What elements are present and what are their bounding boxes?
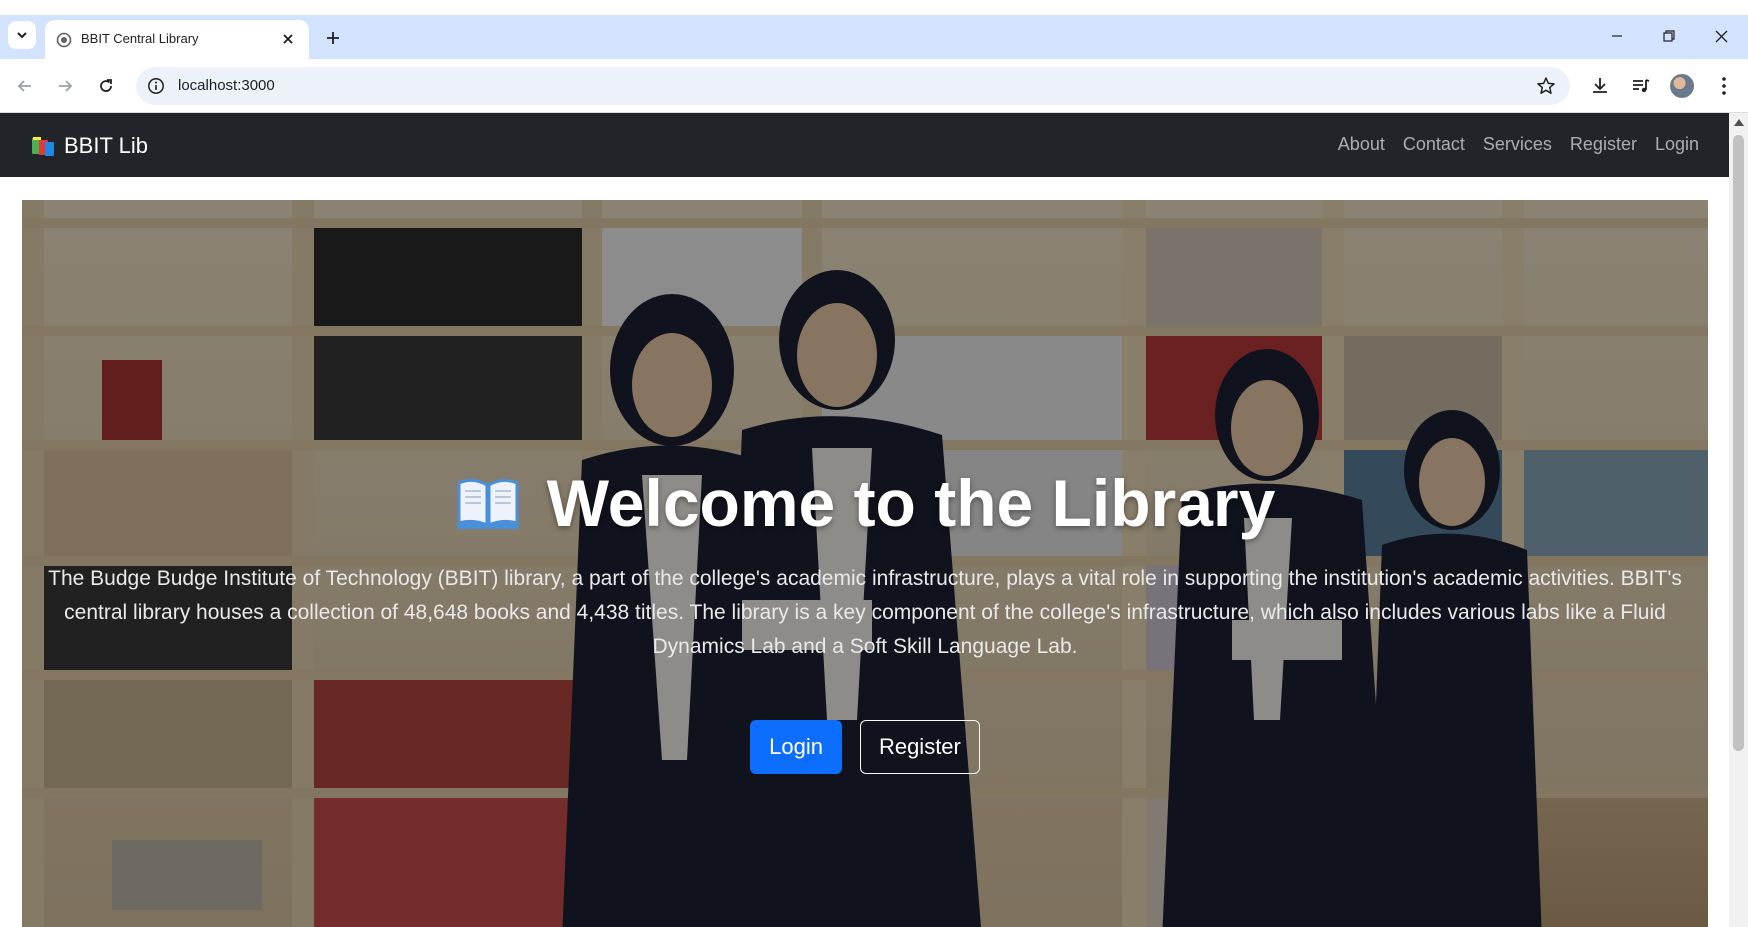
hero-register-button[interactable]: Register (859, 720, 980, 774)
scroll-up-arrow-icon[interactable] (1734, 119, 1744, 126)
brand-link[interactable]: BBIT Lib (30, 133, 148, 159)
arrow-left-icon (17, 80, 31, 92)
downloads-button[interactable] (1588, 74, 1612, 98)
restore-button[interactable] (1654, 23, 1684, 49)
hero-heading: Welcome to the Library (22, 465, 1708, 541)
browser-menu-button[interactable] (1712, 74, 1736, 98)
close-icon (1715, 30, 1727, 42)
hero-title-text: Welcome to the Library (546, 466, 1276, 540)
hero-section: Welcome to the Library The Budge Budge I… (22, 200, 1708, 927)
new-tab-button[interactable] (320, 25, 346, 51)
nav-link-contact[interactable]: Contact (1403, 134, 1465, 155)
download-icon (1593, 78, 1607, 93)
tab-close-button[interactable] (279, 30, 297, 48)
media-controls-button[interactable] (1629, 74, 1653, 98)
nav-links: About Contact Services Register Login (1338, 134, 1699, 155)
address-bar[interactable]: localhost:3000 (136, 67, 1570, 105)
reload-icon (100, 79, 112, 92)
tab-title: BBIT Central Library (81, 31, 199, 46)
tab-active[interactable]: BBIT Central Library (45, 20, 309, 59)
site-navbar: BBIT Lib About Contact Services Register… (0, 113, 1729, 177)
hero-description: The Budge Budge Institute of Technology … (48, 567, 1682, 658)
tab-search-button[interactable] (8, 21, 36, 49)
close-icon (283, 34, 293, 44)
nav-link-register[interactable]: Register (1570, 134, 1637, 155)
nav-link-services[interactable]: Services (1483, 134, 1552, 155)
window-top-strip (0, 0, 1748, 15)
browser-toolbar: localhost:3000 (0, 59, 1748, 113)
scroll-thumb[interactable] (1733, 135, 1744, 751)
back-button[interactable] (11, 72, 39, 100)
nav-link-login[interactable]: Login (1655, 134, 1699, 155)
close-window-button[interactable] (1706, 23, 1736, 49)
profile-avatar[interactable] (1670, 74, 1694, 98)
hero-login-button[interactable]: Login (750, 720, 842, 774)
favicon-icon (56, 32, 72, 48)
info-icon[interactable] (147, 77, 165, 95)
books-icon (32, 137, 54, 156)
plus-icon (327, 32, 339, 44)
open-book-icon (456, 478, 519, 529)
minimize-icon (1612, 35, 1622, 37)
more-vertical-icon (1722, 77, 1726, 95)
chevron-down-icon (17, 32, 27, 39)
forward-button[interactable] (51, 72, 79, 100)
star-icon[interactable] (1536, 76, 1556, 96)
page-scrollbar[interactable] (1729, 113, 1748, 927)
url-text[interactable]: localhost:3000 (178, 77, 275, 94)
arrow-right-icon (59, 80, 73, 92)
playlist-icon (1633, 79, 1650, 93)
brand-text: BBIT Lib (64, 133, 148, 158)
minimize-button[interactable] (1602, 23, 1632, 49)
nav-link-about[interactable]: About (1338, 134, 1385, 155)
page-viewport: BBIT Lib About Contact Services Register… (0, 113, 1729, 927)
hero-button-group: Login Register (22, 720, 1708, 774)
restore-icon (1663, 30, 1675, 42)
tab-strip: BBIT Central Library (0, 15, 1748, 59)
reload-button[interactable] (92, 72, 120, 100)
